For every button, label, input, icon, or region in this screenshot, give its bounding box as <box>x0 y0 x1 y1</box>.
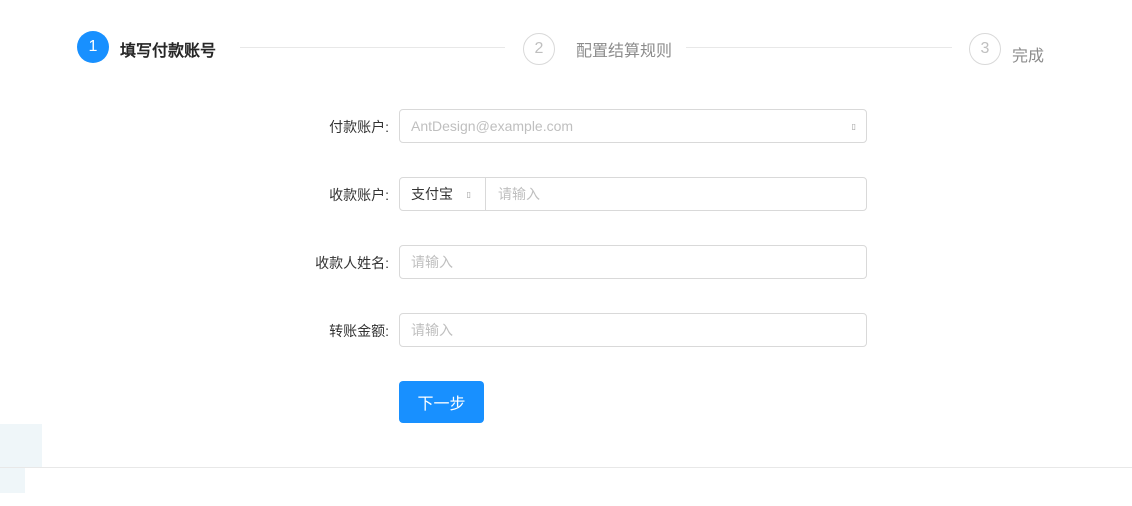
chevron-down-icon: ▯ <box>466 189 471 199</box>
receiver-name-input[interactable]: 请输入 <box>399 245 867 279</box>
receiver-name-label: 收款人姓名: <box>315 255 389 271</box>
payer-label: 付款账户: <box>329 119 389 135</box>
step-3-icon: 3 <box>969 33 1001 65</box>
payer-select[interactable]: AntDesign@example.com ▯ <box>399 109 867 143</box>
receiver-type-select[interactable]: 支付宝 ▯ <box>400 178 486 210</box>
payer-value: AntDesign@example.com <box>411 118 574 134</box>
receiver-account-input[interactable]: 请输入 <box>486 184 540 204</box>
decoration-block <box>0 467 25 493</box>
step-connector <box>686 47 952 48</box>
receiver-group: 支付宝 ▯ 请输入 <box>399 177 867 211</box>
step-connector <box>240 47 505 48</box>
decoration-block <box>0 424 42 467</box>
chevron-down-icon: ▯ <box>851 121 856 131</box>
divider <box>0 467 1132 468</box>
amount-input[interactable]: 请输入 <box>399 313 867 347</box>
step-1-title: 填写付款账号 <box>120 43 217 60</box>
receiver-label: 收款账户: <box>329 187 389 203</box>
step-2-icon: 2 <box>523 33 555 65</box>
next-button[interactable]: 下一步 <box>399 381 484 423</box>
amount-label: 转账金额: <box>329 323 389 339</box>
receiver-type-value: 支付宝 <box>411 186 453 202</box>
step-2-title: 配置结算规则 <box>576 43 673 60</box>
step-3-title: 完成 <box>1012 48 1045 65</box>
step-1-icon: 1 <box>77 31 109 63</box>
